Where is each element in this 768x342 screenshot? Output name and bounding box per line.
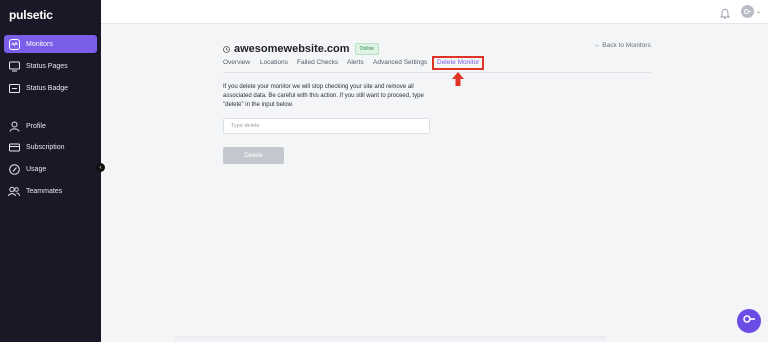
sidebar-item-teammates[interactable]: Teammates <box>4 182 97 200</box>
tab-advanced-settings[interactable]: Advanced Settings <box>373 59 427 66</box>
sidebar: pulsetic Monitors Status Pages Status Ba… <box>0 0 101 342</box>
top-bar <box>101 0 768 24</box>
sidebar-item-label: Teammates <box>26 187 63 195</box>
sidebar-item-label: Monitors <box>26 40 53 48</box>
sidebar-item-status-pages[interactable]: Status Pages <box>4 57 97 75</box>
badge-icon <box>8 82 20 94</box>
monitor-icon <box>8 38 20 50</box>
sidebar-item-status-badge[interactable]: Status Badge <box>4 79 97 97</box>
page-title: awesomewebsite.com <box>234 43 350 55</box>
tab-locations[interactable]: Locations <box>260 59 288 66</box>
avatar[interactable] <box>741 5 754 18</box>
back-to-monitors-link[interactable]: ← Back to Monitors <box>594 42 651 49</box>
divider <box>175 336 605 342</box>
status-badge: Online <box>354 43 380 55</box>
chat-icon <box>742 312 756 331</box>
chevron-down-icon[interactable]: ⌄ <box>756 8 761 15</box>
monitor-header: awesomewebsite.com Online <box>223 40 380 58</box>
logo[interactable]: pulsetic <box>9 8 53 22</box>
chevron-left-icon: ‹ <box>99 164 102 171</box>
users-icon <box>8 185 20 197</box>
globe-icon <box>223 40 230 58</box>
delete-warning-text: If you delete your monitor we will stop … <box>223 84 424 108</box>
card-icon <box>8 141 20 153</box>
chat-widget-button[interactable] <box>737 309 761 333</box>
screen-icon <box>8 60 20 72</box>
sidebar-item-label: Profile <box>26 122 46 130</box>
arrow-up-icon <box>452 72 464 91</box>
bell-icon[interactable] <box>719 6 731 24</box>
sidebar-item-label: Usage <box>26 165 47 173</box>
delete-confirm-input[interactable] <box>223 118 430 134</box>
annotation-highlight-box <box>432 56 484 70</box>
sidebar-item-label: Status Pages <box>26 62 68 70</box>
user-icon <box>8 120 20 132</box>
sidebar-item-subscription[interactable]: Subscription <box>4 138 97 156</box>
tab-failed-checks[interactable]: Failed Checks <box>297 59 338 66</box>
sidebar-item-label: Subscription <box>26 143 65 151</box>
sidebar-item-monitors[interactable]: Monitors <box>4 35 97 53</box>
sidebar-item-usage[interactable]: Usage <box>4 160 97 178</box>
gauge-icon <box>8 163 20 175</box>
sidebar-item-label: Status Badge <box>26 84 69 92</box>
collapse-sidebar-button[interactable]: ‹ <box>96 163 105 172</box>
delete-button[interactable]: Delete <box>223 147 284 164</box>
tab-overview[interactable]: Overview <box>223 59 250 66</box>
tab-alerts[interactable]: Alerts <box>347 59 364 66</box>
sidebar-item-profile[interactable]: Profile <box>4 117 97 135</box>
